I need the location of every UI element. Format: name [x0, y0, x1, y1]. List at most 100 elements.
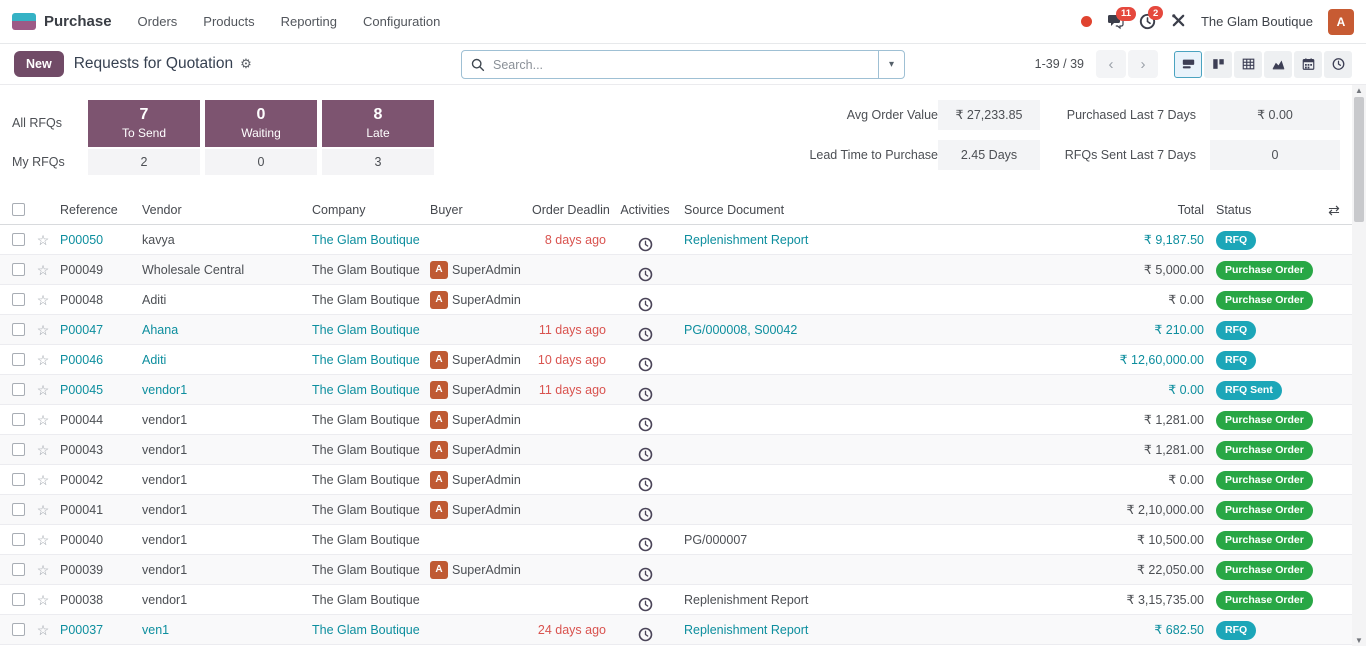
table-row[interactable]: ☆ P00048 Aditi The Glam Boutique A Super… — [0, 285, 1352, 315]
favorite-star-icon[interactable]: ☆ — [37, 442, 50, 458]
row-checkbox[interactable] — [12, 593, 25, 606]
select-all-checkbox[interactable] — [12, 203, 25, 216]
row-checkbox[interactable] — [12, 563, 25, 576]
header-activities[interactable]: Activities — [610, 195, 680, 224]
favorite-star-icon[interactable]: ☆ — [37, 322, 50, 338]
user-avatar[interactable]: A — [1328, 9, 1354, 35]
scroll-up-arrow-icon[interactable]: ▲ — [1352, 86, 1366, 95]
pager-previous-button[interactable]: ‹ — [1096, 50, 1126, 78]
favorite-star-icon[interactable]: ☆ — [37, 262, 50, 278]
table-row[interactable]: ☆ P00041 vendor1 The Glam Boutique A Sup… — [0, 495, 1352, 525]
activity-clock-icon[interactable] — [638, 237, 653, 252]
actions-gear-icon[interactable]: ⚙ — [240, 56, 252, 72]
table-row[interactable]: ☆ P00037 ven1 The Glam Boutique 24 days … — [0, 615, 1352, 645]
table-row[interactable]: ☆ P00050 kavya The Glam Boutique 8 days … — [0, 225, 1352, 255]
menu-configuration[interactable]: Configuration — [363, 14, 440, 29]
row-checkbox[interactable] — [12, 443, 25, 456]
row-checkbox[interactable] — [12, 383, 25, 396]
menu-products[interactable]: Products — [203, 14, 254, 29]
row-checkbox[interactable] — [12, 533, 25, 546]
purchased-7days-value[interactable]: ₹ 0.00 — [1210, 100, 1340, 130]
messages-button[interactable]: 11 — [1107, 14, 1124, 30]
tools-button[interactable] — [1171, 13, 1186, 31]
activity-clock-icon[interactable] — [638, 567, 653, 582]
favorite-star-icon[interactable]: ☆ — [37, 352, 50, 368]
pivot-view-button[interactable] — [1234, 51, 1262, 78]
table-row[interactable]: ☆ P00040 vendor1 The Glam Boutique PG/00… — [0, 525, 1352, 555]
row-checkbox[interactable] — [12, 263, 25, 276]
activity-clock-icon[interactable] — [638, 627, 653, 642]
favorite-star-icon[interactable]: ☆ — [37, 232, 50, 248]
activity-clock-icon[interactable] — [638, 387, 653, 402]
table-row[interactable]: ☆ P00049 Wholesale Central The Glam Bout… — [0, 255, 1352, 285]
rfqs-sent-7days-value[interactable]: 0 — [1210, 140, 1340, 170]
header-company[interactable]: Company — [308, 195, 426, 224]
new-button[interactable]: New — [14, 51, 64, 77]
table-row[interactable]: ☆ P00047 Ahana The Glam Boutique 11 days… — [0, 315, 1352, 345]
my-late-count[interactable]: 3 — [322, 149, 434, 175]
vertical-scrollbar[interactable]: ▲ ▼ — [1352, 85, 1366, 646]
scrollbar-thumb[interactable] — [1354, 97, 1364, 222]
table-row[interactable]: ☆ P00046 Aditi The Glam Boutique A Super… — [0, 345, 1352, 375]
row-checkbox[interactable] — [12, 233, 25, 246]
row-checkbox[interactable] — [12, 413, 25, 426]
activity-clock-icon[interactable] — [638, 447, 653, 462]
table-row[interactable]: ☆ P00045 vendor1 The Glam Boutique A Sup… — [0, 375, 1352, 405]
search-options-caret-icon[interactable]: ▾ — [878, 51, 904, 78]
activities-button[interactable]: 2 — [1139, 13, 1156, 30]
search-input[interactable] — [491, 57, 878, 73]
header-source-document[interactable]: Source Document — [680, 195, 1083, 224]
activity-view-button[interactable] — [1324, 51, 1352, 78]
header-vendor[interactable]: Vendor — [138, 195, 308, 224]
table-row[interactable]: ☆ P00042 vendor1 The Glam Boutique A Sup… — [0, 465, 1352, 495]
kpi-card-to-send[interactable]: 7 To Send 2 — [88, 100, 200, 175]
my-to-send-count[interactable]: 2 — [88, 149, 200, 175]
row-checkbox[interactable] — [12, 623, 25, 636]
table-row[interactable]: ☆ P00044 vendor1 The Glam Boutique A Sup… — [0, 405, 1352, 435]
menu-orders[interactable]: Orders — [138, 14, 178, 29]
current-company[interactable]: The Glam Boutique — [1201, 14, 1313, 29]
favorite-star-icon[interactable]: ☆ — [37, 592, 50, 608]
row-checkbox[interactable] — [12, 503, 25, 516]
activity-clock-icon[interactable] — [638, 507, 653, 522]
kanban-view-button[interactable] — [1204, 51, 1232, 78]
favorite-star-icon[interactable]: ☆ — [37, 292, 50, 308]
kpi-card-waiting[interactable]: 0 Waiting 0 — [205, 100, 317, 175]
header-order-deadline[interactable]: Order Deadline — [528, 195, 610, 224]
header-reference[interactable]: Reference — [56, 195, 138, 224]
activity-clock-icon[interactable] — [638, 417, 653, 432]
activity-clock-icon[interactable] — [638, 327, 653, 342]
menu-reporting[interactable]: Reporting — [281, 14, 337, 29]
row-checkbox[interactable] — [12, 473, 25, 486]
search-bar[interactable]: ▾ — [461, 50, 905, 79]
row-checkbox[interactable] — [12, 293, 25, 306]
table-row[interactable]: ☆ P00038 vendor1 The Glam Boutique Reple… — [0, 585, 1352, 615]
activity-clock-icon[interactable] — [638, 537, 653, 552]
row-checkbox[interactable] — [12, 323, 25, 336]
activity-clock-icon[interactable] — [638, 597, 653, 612]
app-name[interactable]: Purchase — [44, 13, 112, 30]
favorite-star-icon[interactable]: ☆ — [37, 382, 50, 398]
activity-clock-icon[interactable] — [638, 477, 653, 492]
activity-clock-icon[interactable] — [638, 297, 653, 312]
row-checkbox[interactable] — [12, 353, 25, 366]
graph-view-button[interactable] — [1264, 51, 1292, 78]
pager-next-button[interactable]: › — [1128, 50, 1158, 78]
header-total[interactable]: Total — [1083, 195, 1208, 224]
table-row[interactable]: ☆ P00043 vendor1 The Glam Boutique A Sup… — [0, 435, 1352, 465]
favorite-star-icon[interactable]: ☆ — [37, 412, 50, 428]
scroll-down-arrow-icon[interactable]: ▼ — [1352, 636, 1366, 645]
list-view-button[interactable] — [1174, 51, 1202, 78]
favorite-star-icon[interactable]: ☆ — [37, 562, 50, 578]
kpi-card-late[interactable]: 8 Late 3 — [322, 100, 434, 175]
favorite-star-icon[interactable]: ☆ — [37, 472, 50, 488]
table-row[interactable]: ☆ P00039 vendor1 The Glam Boutique A Sup… — [0, 555, 1352, 585]
calendar-view-button[interactable] — [1294, 51, 1322, 78]
favorite-star-icon[interactable]: ☆ — [37, 532, 50, 548]
activity-clock-icon[interactable] — [638, 267, 653, 282]
header-buyer[interactable]: Buyer — [426, 195, 528, 224]
my-waiting-count[interactable]: 0 — [205, 149, 317, 175]
favorite-star-icon[interactable]: ☆ — [37, 502, 50, 518]
optional-columns-icon[interactable]: ⇄ — [1316, 195, 1352, 224]
header-status[interactable]: Status — [1208, 195, 1316, 224]
